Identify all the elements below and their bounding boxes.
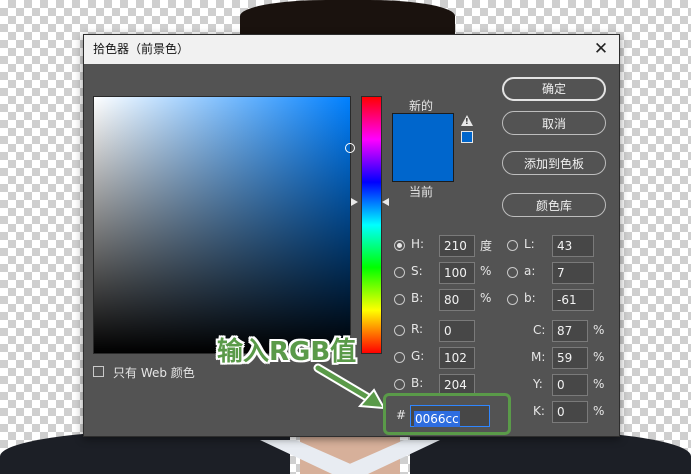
- hue-slider[interactable]: [361, 96, 382, 354]
- y-label: Y:: [533, 377, 543, 391]
- c-unit: %: [593, 323, 605, 337]
- ok-button[interactable]: 确定: [502, 77, 606, 101]
- radio-l[interactable]: [507, 240, 518, 251]
- rgb-b-label: B:: [411, 376, 424, 390]
- lab-b-label: b:: [524, 291, 536, 305]
- k-label: K:: [533, 404, 545, 418]
- s-input[interactable]: 100: [439, 262, 475, 284]
- c-input[interactable]: 87: [552, 320, 588, 342]
- new-color-label: 新的: [409, 99, 434, 113]
- radio-a[interactable]: [507, 267, 518, 278]
- a-input[interactable]: 7: [552, 262, 594, 284]
- new-color-swatch: [392, 113, 454, 148]
- gamut-warning-mark: !: [465, 117, 469, 126]
- g-input[interactable]: 102: [439, 347, 475, 369]
- m-input[interactable]: 59: [552, 347, 588, 369]
- web-only-label: 只有 Web 颜色: [113, 366, 195, 380]
- s-label: S:: [411, 264, 423, 278]
- a-label: a:: [524, 264, 536, 278]
- b-label: B:: [411, 291, 424, 305]
- h-label: H:: [411, 237, 425, 251]
- color-field-cursor[interactable]: [345, 143, 355, 153]
- radio-g[interactable]: [394, 352, 405, 363]
- s-unit: %: [480, 264, 492, 278]
- add-to-swatches-button[interactable]: 添加到色板: [502, 151, 606, 175]
- current-color-swatch[interactable]: [392, 147, 454, 182]
- h-input[interactable]: 210: [439, 235, 475, 257]
- radio-b[interactable]: [394, 294, 405, 305]
- m-unit: %: [593, 350, 605, 364]
- l-label: L:: [524, 237, 535, 251]
- dialog-title: 拾色器（前景色）: [93, 42, 190, 56]
- r-label: R:: [411, 322, 424, 336]
- current-color-label: 当前: [409, 185, 434, 199]
- annotation-arrow-icon: [313, 363, 386, 410]
- hue-slider-right-arrow-icon[interactable]: [382, 198, 389, 206]
- radio-h[interactable]: [394, 240, 405, 251]
- y-input[interactable]: 0: [552, 374, 588, 396]
- hue-slider-left-arrow-icon[interactable]: [351, 198, 358, 206]
- radio-rgb-b[interactable]: [394, 379, 405, 390]
- radio-s[interactable]: [394, 267, 405, 278]
- radio-r[interactable]: [394, 325, 405, 336]
- web-safe-color-icon[interactable]: [461, 131, 473, 143]
- r-input[interactable]: 0: [439, 320, 475, 342]
- m-label: M:: [531, 350, 546, 364]
- k-unit: %: [593, 404, 605, 418]
- c-label: C:: [533, 323, 546, 337]
- g-label: G:: [411, 349, 425, 363]
- b-unit: %: [480, 291, 492, 305]
- cancel-button[interactable]: 取消: [502, 111, 606, 135]
- web-only-checkbox[interactable]: [93, 366, 104, 377]
- lab-b-input[interactable]: -61: [552, 289, 594, 311]
- radio-lab-b[interactable]: [507, 294, 518, 305]
- dialog-titlebar: 拾色器（前景色） ✕: [84, 35, 619, 64]
- y-unit: %: [593, 377, 605, 391]
- close-icon[interactable]: ✕: [590, 35, 612, 64]
- color-libraries-button[interactable]: 颜色库: [502, 193, 606, 217]
- k-input[interactable]: 0: [552, 401, 588, 423]
- annotation-highlight-box: [383, 393, 511, 435]
- h-unit: 度: [480, 239, 493, 253]
- l-input[interactable]: 43: [552, 235, 594, 257]
- b-input[interactable]: 80: [439, 289, 475, 311]
- color-field[interactable]: [93, 96, 355, 354]
